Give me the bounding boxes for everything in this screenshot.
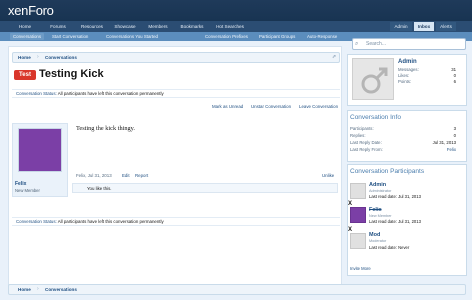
breadcrumb-separator: › — [37, 286, 39, 292]
leave-conversation-link[interactable]: Leave Conversation — [299, 104, 338, 109]
nav-tab-showcase[interactable]: Showcase — [110, 22, 140, 31]
status-label: Conversation Status: — [16, 91, 57, 96]
message-date[interactable]: Felix, Jul 31, 2013 — [76, 173, 112, 178]
breadcrumb-home[interactable]: Home — [18, 285, 31, 294]
site-header: xenForo — [0, 0, 472, 21]
stat-label: Points: — [398, 79, 412, 84]
avatar[interactable] — [350, 207, 366, 223]
participant-name[interactable]: Felix — [369, 207, 382, 213]
nav-tab-alerts[interactable]: Alerts — [436, 22, 456, 31]
subnav-participant-groups[interactable]: Participant Groups — [259, 33, 295, 40]
message-body: Testing the kick thingy. — [76, 125, 135, 132]
subnav-conversation-prefixes[interactable]: Conversation Prefixes — [205, 33, 248, 40]
nav-tab-hot-searches[interactable]: Hot Searches — [211, 22, 249, 31]
message-username[interactable]: Felix — [15, 181, 26, 187]
info-label: Participants: — [350, 126, 374, 131]
likes-text: You like this. — [87, 186, 112, 191]
visitor-name[interactable]: Admin — [398, 59, 417, 65]
logo-text-accent: Foro — [28, 3, 54, 18]
participant-last-read: Last read date: Jul 31, 2013 — [369, 219, 421, 224]
edit-link[interactable]: Edit — [122, 173, 130, 178]
thread-prefix-badge: Test — [14, 70, 36, 80]
stat-label: Messages: — [398, 67, 419, 72]
stat-value: 0 — [453, 73, 456, 78]
status-message: All participants have left this conversa… — [57, 219, 164, 224]
unlike-link[interactable]: Unlike — [322, 173, 334, 178]
breadcrumb: Home › Conversations ⇗ — [12, 52, 340, 63]
participant-role: New Member — [369, 214, 392, 218]
search-icon: ⌕ — [355, 41, 359, 47]
conversation-status-bottom: Conversation Status: All participants ha… — [12, 217, 340, 226]
nav-tab-inbox[interactable]: Inbox — [414, 22, 434, 31]
nav-tab-members[interactable]: Members — [143, 22, 173, 31]
breadcrumb-home[interactable]: Home — [18, 53, 31, 62]
logo-text-main: xen — [8, 3, 29, 18]
avatar[interactable] — [350, 183, 366, 199]
avatar[interactable] — [350, 233, 366, 249]
jump-to-icon[interactable]: ⇗ — [331, 54, 337, 60]
page-title: Testing Kick — [39, 68, 104, 80]
nav-tab-bookmarks[interactable]: Bookmarks — [175, 22, 209, 31]
participant-role: Moderator — [369, 239, 387, 243]
info-value: 3 — [453, 126, 456, 131]
site-logo[interactable]: xenForo — [8, 3, 54, 18]
participant-last-read: Last read date: Jul 31, 2013 — [369, 194, 421, 199]
mark-unread-link[interactable]: Mark as Unread — [212, 104, 243, 109]
status-message: All participants have left this conversa… — [57, 91, 164, 96]
status-label: Conversation Status: — [16, 219, 57, 224]
conversation-status-top: Conversation Status: All participants ha… — [12, 89, 340, 98]
breadcrumb-conversations[interactable]: Conversations — [45, 53, 77, 62]
stat-value: 6 — [453, 79, 456, 84]
avatar[interactable] — [352, 58, 394, 100]
conversation-info-heading: Conversation Info — [350, 114, 401, 121]
info-value-link[interactable]: Felix — [430, 147, 456, 152]
breadcrumb-bottom: Home › Conversations — [8, 284, 466, 295]
avatar[interactable] — [18, 128, 62, 172]
subnav-conversations-you-started[interactable]: Conversations You Started — [106, 33, 158, 40]
subnav-auto-response[interactable]: Auto-Response — [307, 33, 337, 40]
breadcrumb-conversations[interactable]: Conversations — [45, 285, 77, 294]
info-label: Last Reply Date: — [350, 140, 382, 145]
info-label: Replies: — [350, 133, 366, 138]
participant-name[interactable]: Admin — [369, 182, 386, 188]
nav-tab-admin[interactable]: Admin — [390, 22, 412, 31]
participant-role: Administrator — [369, 189, 392, 193]
invite-more-link[interactable]: Invite More — [350, 266, 371, 271]
stat-value: 31 — [451, 67, 456, 72]
nav-tab-home[interactable]: Home — [12, 22, 38, 31]
nav-tab-resources[interactable]: Resources — [76, 22, 108, 31]
participants-heading: Conversation Participants — [350, 168, 425, 175]
info-label: Last Reply From: — [350, 147, 383, 152]
message-user-title: New Member — [15, 188, 40, 193]
unstar-conversation-link[interactable]: Unstar Conversation — [251, 104, 291, 109]
report-link[interactable]: Report — [135, 173, 148, 178]
subnav-start-conversation[interactable]: Start Conversation — [52, 33, 88, 40]
likes-summary: You like this. — [72, 183, 338, 193]
participant-name[interactable]: Mod — [369, 232, 380, 238]
male-icon — [361, 67, 388, 94]
info-value: 0 — [453, 133, 456, 138]
subnav-conversations[interactable]: Conversations — [10, 33, 45, 40]
participant-last-read: Last read date: Never — [369, 245, 410, 250]
breadcrumb-separator: › — [37, 54, 39, 60]
info-value: Jul 31, 2013 — [432, 140, 456, 145]
stat-label: Likes: — [398, 73, 410, 78]
search-input[interactable]: Search... — [352, 38, 466, 50]
nav-tab-forums[interactable]: Forums — [44, 22, 72, 31]
